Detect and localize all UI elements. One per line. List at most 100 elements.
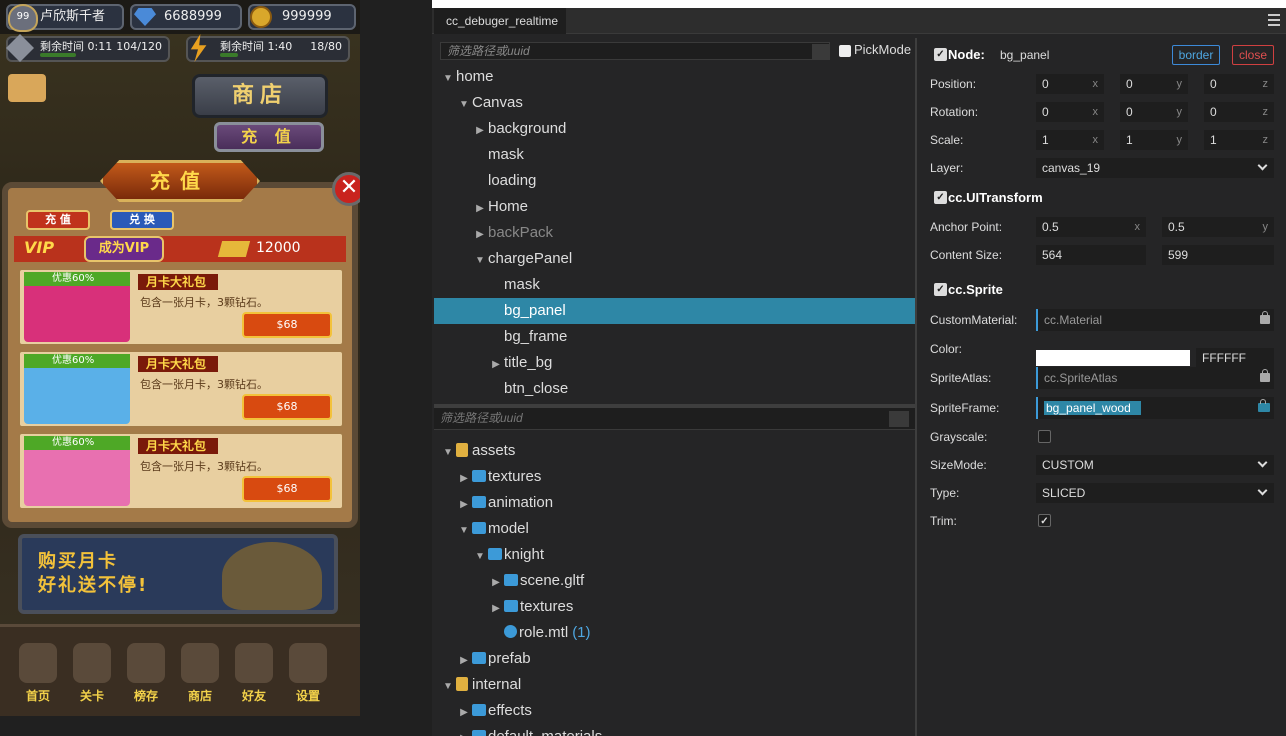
chevron-right-icon[interactable]: ▶ xyxy=(472,118,488,144)
tree-node[interactable]: ▼ Canvas xyxy=(434,90,915,116)
list-view-icon[interactable] xyxy=(889,411,909,427)
lock-icon[interactable] xyxy=(1258,399,1270,412)
tree-node[interactable]: btn_close xyxy=(434,376,915,402)
mail-icon[interactable] xyxy=(8,74,46,102)
sprite-enabled-checkbox[interactable]: ✓ xyxy=(934,283,947,296)
tree-node[interactable]: bg_panel xyxy=(434,298,915,324)
content-width-input[interactable]: 564 xyxy=(1036,245,1146,265)
close-icon[interactable]: ✕ xyxy=(332,172,360,206)
hamburger-menu-icon[interactable] xyxy=(1268,14,1280,26)
chevron-down-icon[interactable]: ▼ xyxy=(440,66,456,92)
asset-node[interactable]: ▶ textures xyxy=(434,464,541,490)
nav-friends[interactable]: 好友 xyxy=(230,637,278,709)
border-button[interactable]: border xyxy=(1172,45,1220,65)
scale-z-input[interactable]: 1z xyxy=(1204,130,1274,150)
rotation-z-input[interactable]: 0z xyxy=(1204,102,1274,122)
chevron-right-icon[interactable]: ▶ xyxy=(472,196,488,222)
sizemode-select[interactable]: CUSTOM xyxy=(1036,455,1274,475)
chevron-right-icon[interactable]: ▶ xyxy=(456,466,472,492)
asset-filter-input[interactable]: 筛选路径或uuid xyxy=(434,408,915,430)
shop-sign[interactable]: 商店 xyxy=(192,74,328,118)
tree-node[interactable]: ▶ backPack xyxy=(434,220,915,246)
chevron-down-icon[interactable]: ▼ xyxy=(472,544,488,570)
chevron-right-icon[interactable]: ▶ xyxy=(488,570,504,596)
chevron-down-icon[interactable]: ▼ xyxy=(440,674,456,700)
chevron-down-icon[interactable]: ▼ xyxy=(456,92,472,118)
tree-node[interactable]: ▶ title_bg xyxy=(434,350,915,376)
rotation-x-input[interactable]: 0x xyxy=(1036,102,1104,122)
asset-node[interactable]: ▶ default_materials xyxy=(434,724,602,736)
content-height-input[interactable]: 599 xyxy=(1162,245,1274,265)
lock-icon[interactable] xyxy=(1260,311,1270,324)
nav-settings[interactable]: 设置 xyxy=(284,637,332,709)
asset-node[interactable]: ▼ model xyxy=(434,516,529,542)
tree-node[interactable]: mask xyxy=(434,142,915,168)
tree-node[interactable]: ▼ home xyxy=(434,64,915,90)
node-active-checkbox[interactable]: ✓ xyxy=(934,48,947,61)
asset-node[interactable]: role.mtl (1) xyxy=(434,620,591,646)
uitransform-enabled-checkbox[interactable]: ✓ xyxy=(934,191,947,204)
tab-recharge[interactable]: 充 值 xyxy=(26,210,90,230)
lock-icon[interactable] xyxy=(1260,369,1270,382)
position-z-input[interactable]: 0z xyxy=(1204,74,1274,94)
chevron-down-icon[interactable]: ▼ xyxy=(456,518,472,544)
chevron-right-icon[interactable]: ▶ xyxy=(456,648,472,674)
position-y-input[interactable]: 0y xyxy=(1120,74,1188,94)
chevron-right-icon[interactable]: ▶ xyxy=(488,596,504,622)
monthly-card-banner[interactable]: 购买月卡 好礼送不停! xyxy=(18,534,338,614)
nav-rank[interactable]: 榜存 xyxy=(122,637,170,709)
tree-node[interactable]: ▶ Home xyxy=(434,194,915,220)
type-select[interactable]: SLICED xyxy=(1036,483,1274,503)
grayscale-label: Grayscale: xyxy=(930,430,988,444)
energy-bar-lightning[interactable]: 剩余时间 1:40 18/80 xyxy=(186,36,350,62)
anchor-x-input[interactable]: 0.5 x xyxy=(1036,217,1146,237)
price-button[interactable]: $68 xyxy=(242,476,332,502)
asset-node[interactable]: ▶ animation xyxy=(434,490,553,516)
nav-stage[interactable]: 关卡 xyxy=(68,637,116,709)
tree-node[interactable]: loading xyxy=(434,168,915,194)
asset-node[interactable]: ▶ effects xyxy=(434,698,532,724)
color-hex-input[interactable]: FFFFFF xyxy=(1196,348,1274,368)
tree-node[interactable]: ▶ background xyxy=(434,116,915,142)
sprite-frame-field[interactable]: bg_panel_wood xyxy=(1036,397,1274,419)
chevron-right-icon[interactable]: ▶ xyxy=(456,700,472,726)
rotation-y-input[interactable]: 0y xyxy=(1120,102,1188,122)
position-x-input[interactable]: 0x xyxy=(1036,74,1104,94)
pickmode-checkbox[interactable] xyxy=(839,45,851,57)
grayscale-checkbox[interactable] xyxy=(1038,430,1051,443)
layer-select[interactable]: canvas_19 xyxy=(1036,158,1274,178)
recharge-menu-button[interactable]: 充 值 xyxy=(214,122,324,152)
color-swatch[interactable] xyxy=(1036,350,1190,366)
asset-node[interactable]: ▼ knight xyxy=(434,542,544,568)
asset-node[interactable]: ▼ assets xyxy=(434,438,515,464)
node-filter-input[interactable]: 筛选路径或uuid xyxy=(440,42,830,60)
asset-node[interactable]: ▶ scene.gltf xyxy=(434,568,584,594)
trim-checkbox[interactable]: ✓ xyxy=(1038,514,1051,527)
close-button[interactable]: close xyxy=(1232,45,1274,65)
custom-material-field[interactable]: cc.Material xyxy=(1036,309,1274,331)
scale-x-input[interactable]: 1x xyxy=(1036,130,1104,150)
chevron-down-icon[interactable]: ▼ xyxy=(440,440,456,466)
asset-node[interactable]: ▶ prefab xyxy=(434,646,530,674)
nav-shop[interactable]: 商店 xyxy=(176,637,224,709)
chevron-right-icon[interactable]: ▶ xyxy=(456,492,472,518)
sprite-atlas-field[interactable]: cc.SpriteAtlas xyxy=(1036,367,1274,389)
tree-node[interactable]: ▼ chargePanel xyxy=(434,246,915,272)
become-vip-button[interactable]: 成为VIP xyxy=(84,236,164,262)
filter-toggle-icon[interactable] xyxy=(812,44,830,60)
tab-exchange[interactable]: 兑 换 xyxy=(110,210,174,230)
tree-node[interactable]: bg_frame xyxy=(434,324,915,350)
scale-y-input[interactable]: 1y xyxy=(1120,130,1188,150)
asset-node[interactable]: ▶ textures xyxy=(434,594,573,620)
chevron-down-icon[interactable]: ▼ xyxy=(472,248,488,274)
price-button[interactable]: $68 xyxy=(242,312,332,338)
chevron-right-icon[interactable]: ▶ xyxy=(488,352,504,378)
anchor-y-input[interactable]: 0.5 y xyxy=(1162,217,1274,237)
chevron-right-icon[interactable]: ▶ xyxy=(472,222,488,248)
tab-debugger[interactable]: cc_debuger_realtime xyxy=(434,8,566,34)
price-button[interactable]: $68 xyxy=(242,394,332,420)
tree-node[interactable]: mask xyxy=(434,272,915,298)
nav-home[interactable]: 首页 xyxy=(14,637,62,709)
asset-node[interactable]: ▼ internal xyxy=(434,672,521,698)
chevron-right-icon[interactable]: ▶ xyxy=(456,726,472,736)
